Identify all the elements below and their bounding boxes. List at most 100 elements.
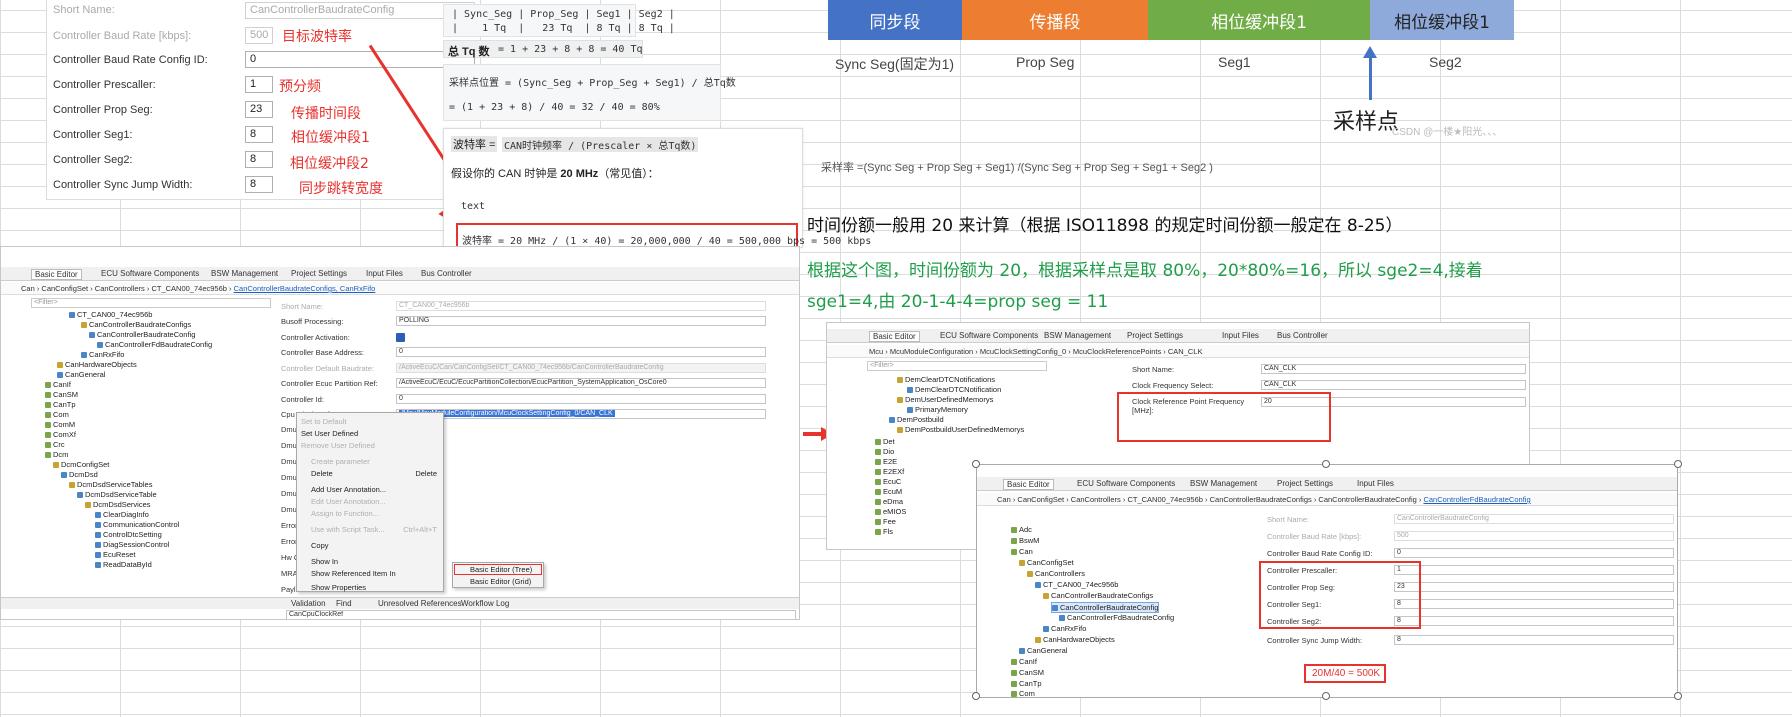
tree-item[interactable]: CanConfigSet xyxy=(1027,558,1074,567)
tree-item[interactable]: CommunicationControl xyxy=(103,520,179,529)
tab-bsw-management[interactable]: BSW Management xyxy=(211,269,278,278)
prescaller-input[interactable]: 1 xyxy=(245,76,273,93)
tree-item[interactable]: CanTp xyxy=(53,400,76,409)
tree-item[interactable]: ControlDtcSetting xyxy=(103,530,162,539)
tree-item[interactable]: ComXf xyxy=(53,430,76,439)
tree-item[interactable]: CanGeneral xyxy=(1027,646,1067,655)
field-input[interactable]: 1 xyxy=(1394,565,1674,575)
field-input[interactable]: CT_CAN00_74ec956b xyxy=(396,301,766,311)
tab-project-settings[interactable]: Project Settings xyxy=(1277,479,1333,488)
tab-bsw-management[interactable]: BSW Management xyxy=(1044,331,1111,340)
tree-item[interactable]: CanControllerBaudrateConfigs xyxy=(89,320,191,329)
tree-item[interactable]: CT_CAN00_74ec956b xyxy=(77,310,152,319)
tree-item[interactable]: E2EXf xyxy=(883,467,904,476)
menu-create-parameter[interactable]: Create parameter xyxy=(311,457,370,466)
tab-project-settings[interactable]: Project Settings xyxy=(291,269,347,278)
tab-input-files[interactable]: Input Files xyxy=(1357,479,1394,488)
menu-delete[interactable]: Delete xyxy=(311,469,333,478)
short-name-input[interactable]: CanControllerBaudrateConfig xyxy=(245,2,475,19)
tree-item[interactable]: Det xyxy=(883,437,895,446)
field-input[interactable]: /ActiveEcuC/Can/CanConfigSet/CT_CAN00_74… xyxy=(396,363,766,373)
tree-item[interactable]: CanRxFifo xyxy=(89,350,124,359)
tree-item[interactable]: ComM xyxy=(53,420,75,429)
tree-item-selected[interactable]: CanControllerBaudrateConfig xyxy=(1051,602,1160,613)
tree-item[interactable]: Dcm xyxy=(53,450,68,459)
sync-jump-width-input[interactable]: 8 xyxy=(245,176,273,193)
field-input[interactable]: 500 xyxy=(1394,531,1674,541)
tab-ecu-sw-components[interactable]: ECU Software Components xyxy=(101,269,199,278)
tree-item[interactable]: eDma xyxy=(883,497,903,506)
tab-find[interactable]: Find xyxy=(336,599,352,608)
tree-item[interactable]: DiagSessionControl xyxy=(103,540,169,549)
tab-unresolved-refs[interactable]: Unresolved References xyxy=(378,599,462,608)
breadcrumb-link[interactable]: CanControllerFdBaudrateConfig xyxy=(1423,495,1530,504)
resize-handle[interactable] xyxy=(1674,692,1682,700)
field-input[interactable]: 0 xyxy=(1394,548,1674,558)
tree-item[interactable]: Fls xyxy=(883,527,893,536)
tree-item[interactable]: CanTp xyxy=(1019,679,1042,688)
breadcrumb-link[interactable]: CanControllerBaudrateConfigs, CanRxFifo xyxy=(234,284,376,293)
menu-copy[interactable]: Copy xyxy=(311,541,329,550)
tree-item[interactable]: Adc xyxy=(1019,525,1032,534)
menu-set-user-defined[interactable]: Set User Defined xyxy=(301,429,358,438)
tree-item[interactable]: PrimaryMemory xyxy=(915,405,968,414)
tree-item[interactable]: BswM xyxy=(1019,536,1039,545)
field-input[interactable]: POLLING xyxy=(396,316,766,326)
tree-item[interactable]: ReadDataById xyxy=(103,560,152,569)
tree-item[interactable]: CanHardwareObjects xyxy=(65,360,137,369)
tab-workflow-log[interactable]: Workflow Log xyxy=(461,599,509,608)
tab-bus-controller[interactable]: Bus Controller xyxy=(1277,331,1328,340)
tree-item[interactable]: CanSM xyxy=(1019,668,1044,677)
tree-item[interactable]: Crc xyxy=(53,440,65,449)
tree-filter-input[interactable]: <Filter> xyxy=(31,298,271,308)
menu-add-annotation[interactable]: Add User Annotation... xyxy=(311,485,386,494)
tree-item[interactable]: Can xyxy=(1019,547,1033,556)
field-input[interactable]: /ActiveEcuC/EcuC/EcucPartitionCollection… xyxy=(396,378,766,388)
tab-project-settings[interactable]: Project Settings xyxy=(1127,331,1183,340)
tree-item[interactable]: EcuC xyxy=(883,477,901,486)
tab-input-files[interactable]: Input Files xyxy=(366,269,403,278)
tree-item[interactable]: DemPostbuildUserDefinedMemorys xyxy=(905,425,1024,434)
menu-use-with-script[interactable]: Use with Script Task... xyxy=(311,525,385,534)
tree-item[interactable]: DcmDsdServiceTable xyxy=(85,490,157,499)
tree-item[interactable]: eMIOS xyxy=(883,507,906,516)
field-input[interactable]: 8 xyxy=(1394,616,1674,626)
tree-item[interactable]: CanRxFifo xyxy=(1051,624,1086,633)
baud-rate-config-id-input[interactable]: 0 xyxy=(245,51,475,68)
tree-item[interactable]: CanControllerBaudrateConfig xyxy=(97,330,195,339)
tab-input-files[interactable]: Input Files xyxy=(1222,331,1259,340)
tree-item[interactable]: CanControllers xyxy=(1035,569,1085,578)
mcu-tree-filter[interactable]: <Filter> xyxy=(867,361,1047,371)
breadcrumb-path[interactable]: Can › CanConfigSet › CanControllers › CT… xyxy=(21,284,234,293)
find-input[interactable]: CanCpuClockRef xyxy=(286,610,796,619)
mcu-breadcrumb[interactable]: Mcu › McuModuleConfiguration › McuClockS… xyxy=(827,345,1529,358)
tree-item[interactable]: CanIf xyxy=(1019,657,1037,666)
tree-item[interactable]: DemUserDefinedMemorys xyxy=(905,395,993,404)
tree-item[interactable]: DemPostbuild xyxy=(897,415,944,424)
field-input[interactable]: 0 xyxy=(396,347,766,357)
baud-rate-input[interactable]: 500 xyxy=(245,27,273,44)
tree-item[interactable]: E2E xyxy=(883,457,897,466)
menu-basic-editor-tree[interactable]: Basic Editor (Tree) xyxy=(470,565,532,574)
field-input[interactable]: CAN_CLK xyxy=(1261,380,1526,390)
tab-basic-editor[interactable]: Basic Editor xyxy=(869,331,920,342)
breadcrumb-path[interactable]: Can › CanConfigSet › CanControllers › CT… xyxy=(997,495,1423,504)
tree-item[interactable]: CanControllerFdBaudrateConfig xyxy=(1067,613,1174,622)
menu-assign-function[interactable]: Assign to Function... xyxy=(311,509,379,518)
activation-checkbox[interactable] xyxy=(396,333,405,342)
tree-item[interactable]: Com xyxy=(1019,689,1035,697)
tab-basic-editor[interactable]: Basic Editor xyxy=(31,269,82,280)
tree-item[interactable]: CT_CAN00_74ec956b xyxy=(1043,580,1118,589)
resize-handle[interactable] xyxy=(972,692,980,700)
field-input[interactable]: 8 xyxy=(1394,635,1674,645)
tree-item[interactable]: CanIf xyxy=(53,380,71,389)
tab-ecu-sw-components[interactable]: ECU Software Components xyxy=(940,331,1038,340)
resize-handle[interactable] xyxy=(1322,692,1330,700)
tree-item[interactable]: Fee xyxy=(883,517,896,526)
tab-validation[interactable]: Validation xyxy=(291,599,326,608)
menu-show-properties[interactable]: Show Properties xyxy=(311,583,366,592)
menu-basic-editor-grid[interactable]: Basic Editor (Grid) xyxy=(470,577,531,586)
tree-item[interactable]: CanControllerBaudrateConfigs xyxy=(1051,591,1153,600)
menu-show-referenced-item[interactable]: Show Referenced Item In xyxy=(311,569,396,578)
tree-item[interactable]: Com xyxy=(53,410,69,419)
